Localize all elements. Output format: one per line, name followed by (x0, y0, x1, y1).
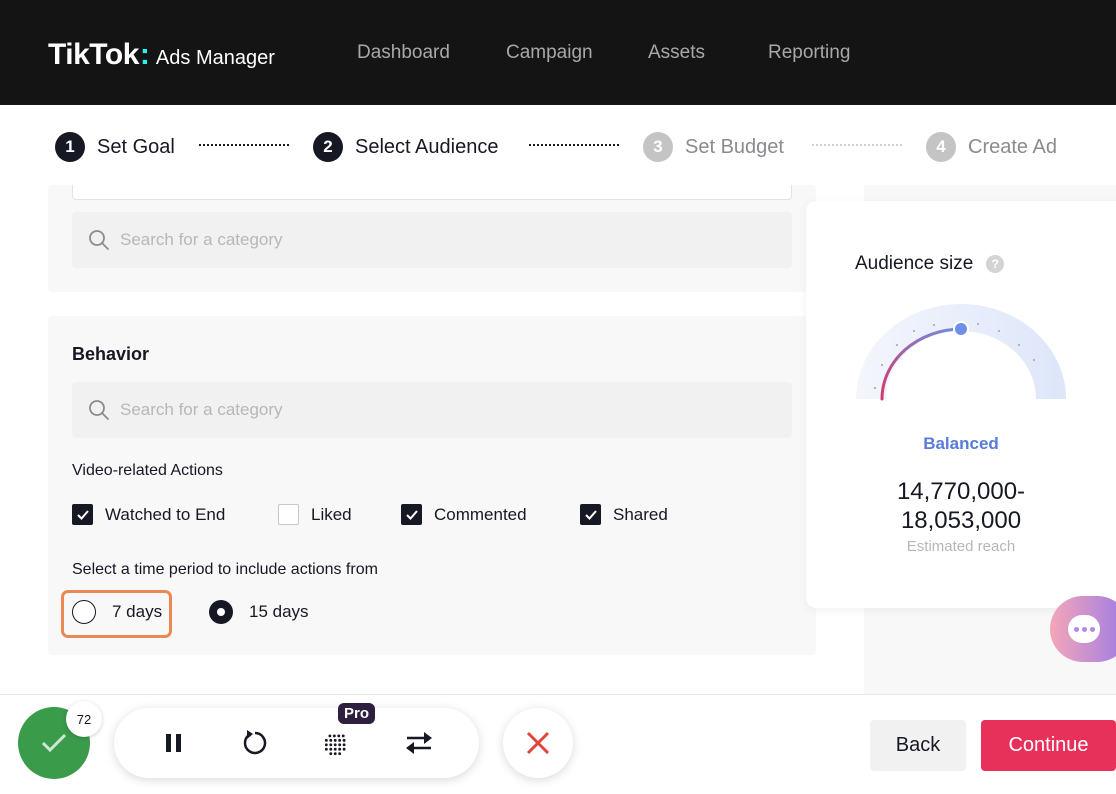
progress-stepper: 1 Set Goal 2 Select Audience 3 Set Budge… (0, 105, 1116, 185)
audience-size-title: Audience size ? (855, 253, 1005, 275)
step-number: 4 (926, 132, 956, 162)
radio-label: 7 days (112, 602, 163, 621)
logo-colon: : (139, 38, 150, 71)
back-button[interactable]: Back (870, 720, 966, 771)
step-label: Select Audience (355, 135, 499, 158)
nav-assets[interactable]: Assets (648, 42, 705, 64)
radio-unselected-icon[interactable] (72, 600, 96, 624)
chat-icon (1068, 615, 1100, 643)
checkbox-label: Shared (613, 504, 668, 524)
nav-dashboard[interactable]: Dashboard (357, 42, 450, 64)
tiktok-logo[interactable]: TikTok : Ads Manager (48, 38, 275, 72)
close-button[interactable] (503, 708, 573, 778)
search-placeholder: Search for a category (120, 400, 283, 419)
checkbox-label: Liked (311, 504, 352, 524)
radio-7-days[interactable]: 7 days (72, 600, 162, 624)
video-actions-label: Video-related Actions (72, 462, 223, 479)
audience-gauge (856, 304, 1066, 401)
swap-arrows-icon (406, 732, 432, 754)
step-number: 1 (55, 132, 85, 162)
checkmark-icon (41, 733, 67, 753)
step-connector (529, 144, 619, 146)
step-label: Set Budget (685, 135, 784, 158)
chat-support-button[interactable] (1050, 596, 1116, 662)
checkbox-label: Watched to End (105, 504, 226, 524)
checkbox-shared[interactable]: Shared (580, 504, 668, 525)
checkbox-checked-icon[interactable] (401, 504, 422, 525)
swap-button[interactable] (403, 727, 435, 759)
replay-icon (243, 730, 267, 755)
close-icon (526, 731, 550, 755)
pro-feature-button[interactable] (321, 727, 353, 759)
interest-search-input[interactable]: Search for a category (72, 212, 792, 268)
search-placeholder: Search for a category (120, 230, 283, 249)
estimated-reach-caption: Estimated reach (906, 538, 1016, 555)
time-period-label: Select a time period to include actions … (72, 561, 378, 578)
replay-button[interactable] (239, 727, 271, 759)
checkbox-commented[interactable]: Commented (401, 504, 527, 525)
step-number: 3 (643, 132, 673, 162)
behavior-title: Behavior (72, 344, 150, 364)
behavior-search-input[interactable]: Search for a category (72, 382, 792, 438)
step-number: 2 (313, 132, 343, 162)
reach-range-start: 14,770,000- (896, 478, 1026, 505)
step-create-ad[interactable]: 4 Create Ad (926, 132, 1057, 162)
step-select-audience[interactable]: 2 Select Audience (313, 132, 498, 162)
score-badge: 72 (66, 701, 102, 737)
gauge-background (856, 304, 1066, 399)
checkbox-watched-to-end[interactable]: Watched to End (72, 504, 225, 525)
audience-status: Balanced (923, 434, 999, 453)
pause-icon (166, 734, 181, 752)
pause-button[interactable] (158, 727, 190, 759)
help-icon[interactable]: ? (986, 255, 1005, 273)
step-set-goal[interactable]: 1 Set Goal (55, 132, 175, 162)
radio-15-days[interactable]: 15 days (209, 600, 309, 624)
gauge-indicator (953, 321, 969, 337)
checkbox-checked-icon[interactable] (580, 504, 601, 525)
checkbox-checked-icon[interactable] (72, 504, 93, 525)
top-bar: TikTok : Ads Manager Dashboard Campaign … (0, 0, 1116, 105)
step-connector (199, 144, 289, 146)
interest-selection-field[interactable] (72, 185, 792, 200)
pro-badge: Pro (338, 703, 376, 724)
search-icon (89, 230, 109, 250)
step-label: Set Goal (97, 135, 175, 158)
step-set-budget[interactable]: 3 Set Budget (643, 132, 784, 162)
checkbox-label: Commented (434, 504, 527, 524)
logo-mark: TikTok (48, 38, 139, 71)
search-icon (89, 400, 109, 420)
audience-size-label: Audience size (855, 253, 974, 274)
playback-controls: Pro (114, 703, 479, 778)
radio-selected-icon[interactable] (209, 600, 233, 624)
step-connector (812, 144, 902, 146)
estimated-reach-value: 14,770,000- 18,053,000 (806, 477, 1116, 535)
checkbox-liked[interactable]: Liked (278, 504, 352, 525)
nav-reporting[interactable]: Reporting (768, 42, 850, 64)
step-label: Create Ad (968, 135, 1057, 158)
nav-campaign[interactable]: Campaign (506, 42, 593, 64)
continue-button[interactable]: Continue (981, 720, 1116, 771)
reach-range-end: 18,053,000 (900, 507, 1022, 534)
checkbox-unchecked-icon[interactable] (278, 504, 299, 525)
logo-subtitle: Ads Manager (155, 47, 275, 69)
dot-grid-icon (324, 734, 346, 756)
radio-label: 15 days (249, 602, 309, 621)
